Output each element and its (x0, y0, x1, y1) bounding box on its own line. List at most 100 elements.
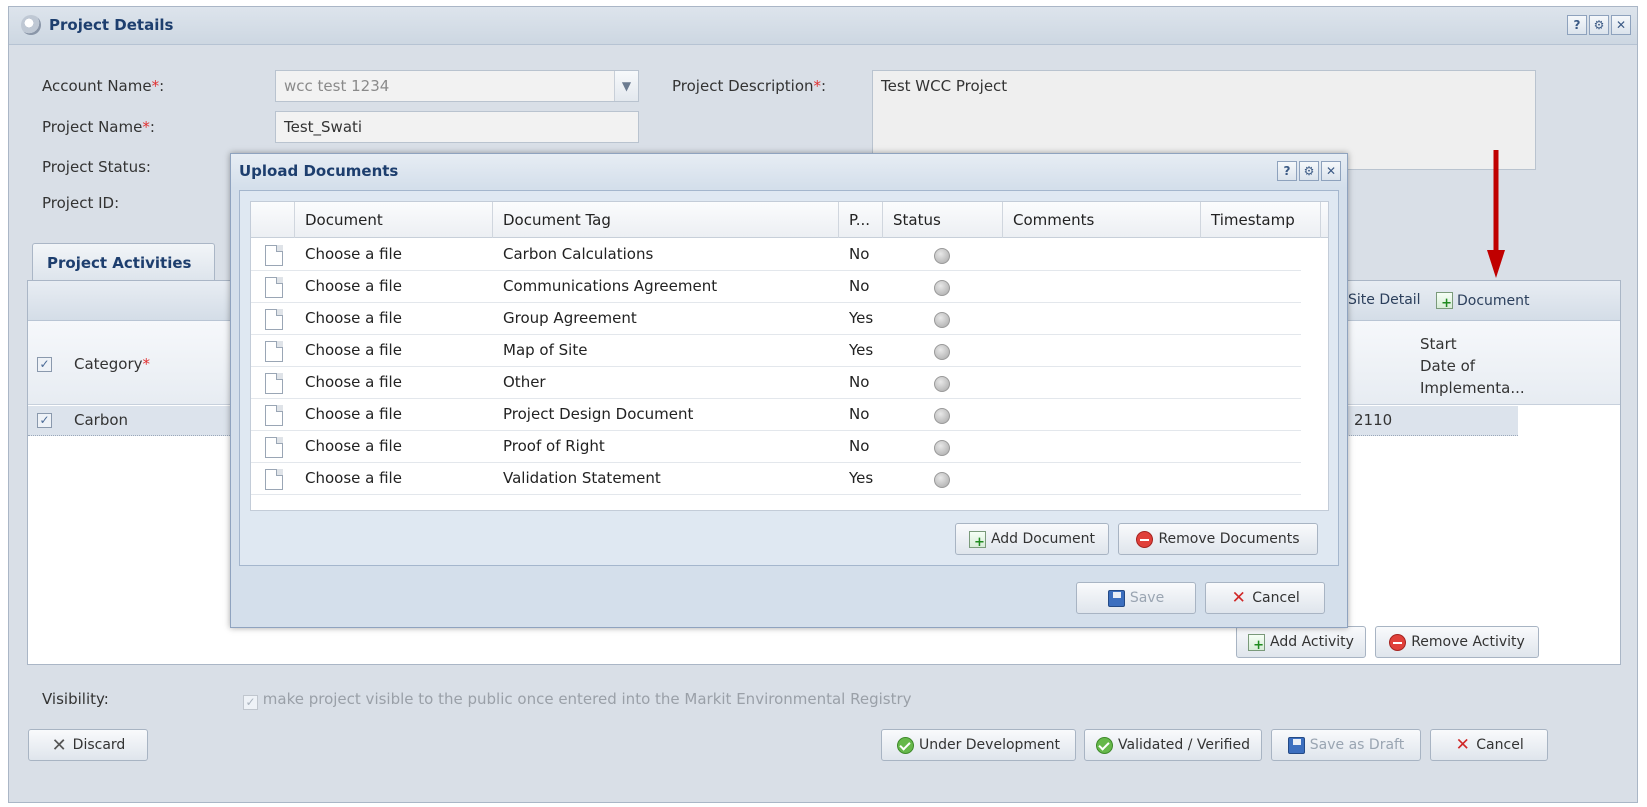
visibility-checkbox[interactable]: ✓ (243, 695, 258, 710)
gear-icon[interactable]: ⚙ (1589, 15, 1609, 35)
choose-file-link[interactable]: Choose a file (305, 373, 402, 391)
table-row[interactable]: Choose a file Map of Site Yes (251, 335, 1301, 367)
document-tag: Proof of Right (503, 437, 605, 455)
p-value: Yes (849, 469, 874, 487)
add-activity-button[interactable]: Add Activity (1236, 626, 1366, 658)
remove-icon (1136, 530, 1154, 548)
status-dot-icon (934, 408, 950, 424)
upload-documents-dialog: Upload Documents ? ⚙ ✕ Document Document… (230, 153, 1348, 628)
project-name-label: Project Name*: (42, 118, 155, 136)
p-value: No (849, 245, 870, 263)
visibility-label: Visibility: (42, 690, 109, 708)
p-value: Yes (849, 341, 874, 359)
document-tag: Communications Agreement (503, 277, 718, 295)
remove-icon (1389, 633, 1407, 651)
save-icon (1107, 589, 1125, 607)
status-dot-icon (934, 312, 950, 328)
save-as-draft-label: Save as Draft (1309, 737, 1405, 753)
status-dot-icon (934, 440, 950, 456)
cancel-x-icon: ✕ (1455, 734, 1470, 755)
remove-documents-button[interactable]: Remove Documents (1118, 523, 1318, 555)
gear-icon[interactable]: ⚙ (1299, 161, 1319, 181)
choose-file-link[interactable]: Choose a file (305, 437, 402, 455)
status-dot-icon (934, 248, 950, 264)
discard-button[interactable]: ✕ Discard (28, 729, 148, 761)
dialog-cancel-button[interactable]: ✕ Cancel (1205, 582, 1325, 614)
chevron-down-icon[interactable]: ▼ (614, 71, 638, 101)
save-as-draft-button[interactable]: Save as Draft (1271, 729, 1421, 761)
p-value: No (849, 373, 870, 391)
table-row[interactable]: Choose a file Other No (251, 367, 1301, 399)
cancel-x-icon: ✕ (1231, 587, 1246, 608)
document-button-label: Document (1457, 292, 1530, 309)
project-description-value: Test WCC Project (881, 77, 1008, 95)
document-column-header[interactable]: Document (295, 202, 493, 238)
file-icon (265, 341, 283, 362)
status-column-header[interactable]: Status (883, 202, 1003, 238)
close-icon[interactable]: ✕ (1321, 161, 1341, 181)
table-row[interactable]: Choose a file Proof of Right No (251, 431, 1301, 463)
table-row[interactable]: Choose a file Carbon Calculations No (251, 239, 1301, 271)
under-development-button[interactable]: Under Development (881, 729, 1076, 761)
document-tag: Group Agreement (503, 309, 637, 327)
remove-activity-button[interactable]: Remove Activity (1375, 626, 1539, 658)
help-icon[interactable]: ? (1277, 161, 1297, 181)
choose-file-link[interactable]: Choose a file (305, 277, 402, 295)
validated-label: Validated / Verified (1118, 737, 1250, 753)
dialog-save-button[interactable]: Save (1076, 582, 1196, 614)
project-name-input[interactable]: Test_Swati (275, 111, 639, 143)
add-document-icon (1436, 292, 1453, 311)
comments-column-header[interactable]: Comments (1003, 202, 1201, 238)
remove-documents-label: Remove Documents (1158, 531, 1300, 547)
choose-file-link[interactable]: Choose a file (305, 245, 402, 263)
add-activity-label: Add Activity (1270, 634, 1354, 650)
close-x-icon: ✕ (51, 734, 67, 756)
table-row[interactable]: Choose a file Validation Statement Yes (251, 463, 1301, 495)
documents-grid-header: Document Document Tag P... Status Commen… (251, 202, 1328, 238)
table-row[interactable]: Choose a file Communications Agreement N… (251, 271, 1301, 303)
document-tag-column-header[interactable]: Document Tag (493, 202, 839, 238)
icon-column-header (251, 202, 295, 238)
table-row[interactable]: Choose a file Group Agreement Yes (251, 303, 1301, 335)
choose-file-link[interactable]: Choose a file (305, 341, 402, 359)
annotation-arrow-icon (1487, 150, 1505, 278)
category-column-header: Category* (74, 355, 151, 373)
select-all-checkbox[interactable]: ✓ (37, 357, 52, 372)
validated-verified-button[interactable]: Validated / Verified (1084, 729, 1262, 761)
tab-project-activities[interactable]: Project Activities (32, 243, 215, 281)
dialog-header: Upload Documents ? ⚙ ✕ (231, 154, 1347, 188)
site-detail-button[interactable]: Site Detail (1348, 292, 1421, 308)
choose-file-link[interactable]: Choose a file (305, 405, 402, 423)
close-icon[interactable]: ✕ (1611, 15, 1631, 35)
document-tag: Map of Site (503, 341, 588, 359)
status-dot-icon (934, 376, 950, 392)
account-name-value: wcc test 1234 (284, 77, 390, 95)
file-icon (265, 437, 283, 458)
footer-cancel-label: Cancel (1476, 737, 1524, 753)
documents-grid: Document Document Tag P... Status Commen… (250, 201, 1329, 511)
row-category: Carbon (74, 411, 129, 429)
table-row[interactable]: Choose a file Project Design Document No (251, 399, 1301, 431)
footer-cancel-button[interactable]: ✕ Cancel (1430, 729, 1548, 761)
timestamp-column-header[interactable]: Timestamp (1201, 202, 1321, 238)
project-status-label: Project Status: (42, 158, 151, 176)
document-tag: Project Design Document (503, 405, 694, 423)
account-name-label: Account Name*: (42, 77, 165, 95)
visibility-text: make project visible to the public once … (262, 690, 912, 708)
project-description-label: Project Description*: (672, 77, 827, 95)
row-checkbox[interactable]: ✓ (37, 413, 52, 428)
choose-file-link[interactable]: Choose a file (305, 309, 402, 327)
start-date-line2: Date of (1420, 357, 1476, 375)
start-date-line3: Implementa... (1420, 379, 1525, 397)
add-document-button[interactable]: Add Document (955, 523, 1109, 555)
window-title: Project Details (49, 16, 174, 34)
p-value: Yes (849, 309, 874, 327)
discard-label: Discard (72, 737, 126, 753)
help-icon[interactable]: ? (1567, 15, 1587, 35)
choose-file-link[interactable]: Choose a file (305, 469, 402, 487)
p-column-header[interactable]: P... (839, 202, 883, 238)
file-icon (265, 405, 283, 426)
account-name-combo[interactable]: wcc test 1234 ▼ (275, 70, 639, 102)
document-button[interactable]: Document (1436, 292, 1530, 311)
add-document-label: Add Document (990, 531, 1096, 547)
